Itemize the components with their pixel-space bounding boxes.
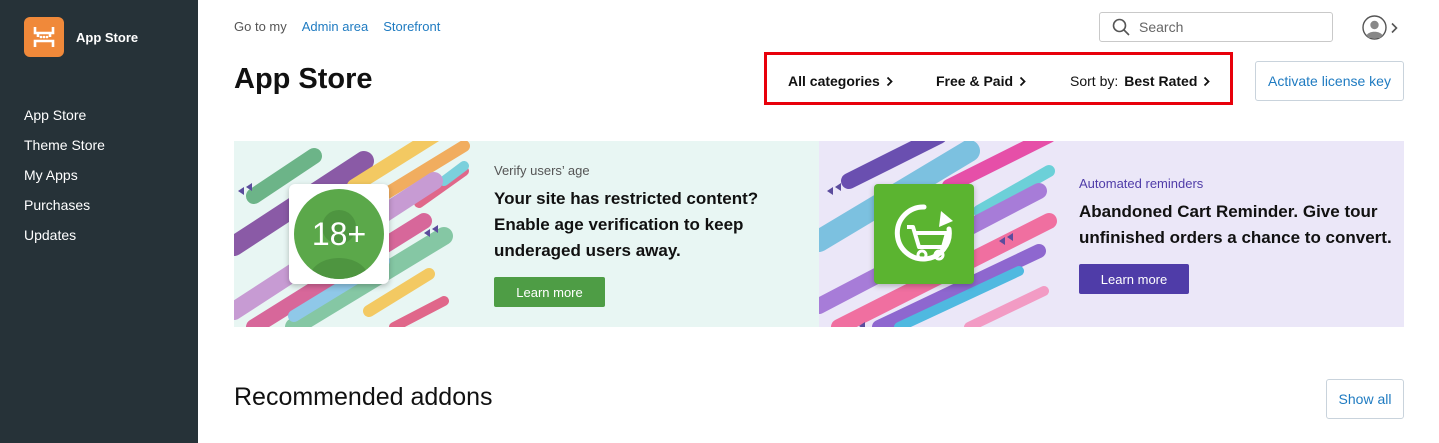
sort-value: Best Rated: [1124, 73, 1198, 89]
recommended-addons-title: Recommended addons: [234, 383, 493, 411]
storefront-link[interactable]: Storefront: [383, 19, 440, 34]
sidebar-app-title: App Store: [76, 29, 139, 45]
sidebar-item-my-apps[interactable]: My Apps: [24, 164, 105, 194]
banner-age-verification[interactable]: 18+ Verify users’ age Your site has rest…: [234, 141, 819, 327]
learn-more-button[interactable]: Learn more: [1079, 264, 1189, 294]
banner-headline-line: Your site has restricted content?: [494, 189, 759, 208]
chevron-right-icon: [1019, 76, 1026, 86]
banner-eyebrow: Verify users’ age: [494, 163, 590, 178]
categories-filter-label: All categories: [788, 73, 880, 89]
activate-license-button[interactable]: Activate license key: [1255, 61, 1404, 101]
sort-filter[interactable]: Sort by: Best Rated: [1070, 73, 1211, 89]
shopping-cart-refresh-icon: [894, 204, 953, 262]
page-title: App Store: [234, 63, 373, 95]
goto-label: Go to my: [234, 19, 287, 34]
learn-more-button[interactable]: Learn more: [494, 277, 605, 307]
age-badge-text: 18+: [311, 215, 367, 252]
show-all-button[interactable]: Show all: [1326, 379, 1404, 419]
search-input[interactable]: [1139, 19, 1319, 35]
user-menu[interactable]: [1362, 15, 1398, 40]
banner-headline-line: underaged users away.: [494, 241, 681, 260]
sidebar-nav: App Store Theme Store My Apps Purchases …: [24, 104, 105, 254]
filter-bar: All categories Free & Paid Sort by: Best…: [764, 52, 1233, 105]
banner-headline-line: Abandoned Cart Reminder. Give tour: [1079, 202, 1378, 221]
chevron-right-icon: [1204, 76, 1211, 86]
admin-area-link[interactable]: Admin area: [302, 19, 368, 34]
banner-headline-line: unfinished orders a chance to convert.: [1079, 228, 1392, 247]
search-icon: [1112, 18, 1130, 36]
cart-reminder-badge: [874, 184, 974, 284]
user-avatar-icon[interactable]: [1362, 15, 1387, 40]
pricing-filter[interactable]: Free & Paid: [936, 73, 1026, 89]
sidebar: App Store App Store Theme Store My Apps …: [0, 0, 198, 443]
age-badge: 18+: [289, 184, 389, 284]
sidebar-item-theme-store[interactable]: Theme Store: [24, 134, 105, 164]
chevron-right-icon: [886, 76, 893, 86]
banner-cart-reminder[interactable]: Automated reminders Abandoned Cart Remin…: [819, 141, 1404, 327]
banner-headline: Your site has restricted content? Enable…: [494, 186, 758, 264]
sidebar-item-purchases[interactable]: Purchases: [24, 194, 105, 224]
sort-prefix: Sort by:: [1070, 73, 1119, 89]
banner-headline: Abandoned Cart Reminder. Give tour unfin…: [1079, 199, 1392, 251]
sidebar-item-updates[interactable]: Updates: [24, 224, 105, 254]
x-cart-logo-icon[interactable]: [24, 17, 64, 57]
sidebar-header[interactable]: App Store: [24, 17, 138, 57]
pricing-filter-label: Free & Paid: [936, 73, 1014, 89]
sidebar-item-app-store[interactable]: App Store: [24, 104, 105, 134]
search-box[interactable]: [1099, 12, 1333, 42]
goto-links: Go to my Admin area Storefront: [234, 19, 440, 34]
categories-filter[interactable]: All categories: [788, 73, 893, 89]
banner-headline-line: Enable age verification to keep: [494, 215, 744, 234]
chevron-right-icon: [1391, 22, 1398, 33]
banner-eyebrow: Automated reminders: [1079, 176, 1204, 191]
